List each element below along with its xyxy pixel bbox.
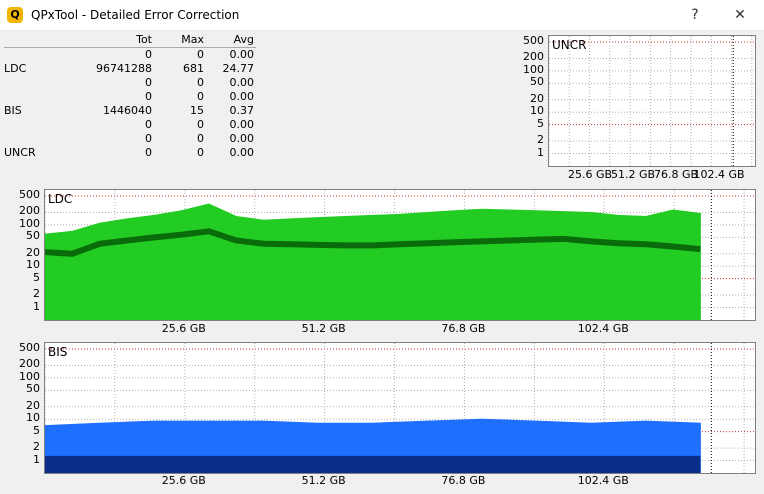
x-tick-label: 51.2 GB — [301, 322, 346, 335]
row-max: 0 — [197, 146, 204, 159]
y-tick-label: 5 — [33, 270, 40, 284]
header-max: Max — [181, 33, 204, 46]
ldc-plot — [45, 190, 755, 320]
stats-row: BIS 1446040 15 0.37 — [4, 104, 256, 118]
y-tick-label: 100 — [523, 62, 544, 76]
x-tick-label: 25.6 GB — [161, 474, 206, 487]
y-tick-label: 20 — [530, 91, 544, 105]
row-avg: 0.37 — [229, 104, 255, 117]
row-max: 0 — [197, 76, 204, 89]
x-tick-label: 102.4 GB — [577, 322, 629, 335]
y-tick-label: 10 — [530, 104, 544, 118]
peak-series — [45, 203, 701, 320]
x-tick-label: 102.4 GB — [693, 168, 745, 181]
y-tick-label: 5 — [33, 423, 40, 437]
row-avg: 0.00 — [229, 76, 255, 89]
y-tick-label: 500 — [523, 34, 544, 48]
header-tot: Tot — [136, 33, 152, 46]
y-tick-label: 2 — [537, 133, 544, 147]
close-button[interactable]: ✕ — [728, 5, 752, 25]
y-tick-label: 1 — [33, 299, 40, 313]
bis-chart: BIS — [44, 342, 756, 474]
y-tick-label: 20 — [26, 245, 40, 259]
row-tot: 0 — [145, 76, 152, 89]
y-tick-label: 5 — [537, 116, 544, 130]
y-tick-label: 10 — [26, 411, 40, 425]
bis-plot — [45, 343, 755, 473]
row-max: 681 — [183, 62, 204, 75]
stats-table: Tot Max Avg 0 0 0.00 LDC 96741288 681 24.77 0… — [4, 33, 256, 160]
x-tick-label: 76.8 GB — [441, 322, 486, 335]
row-tot: 1446040 — [103, 104, 152, 117]
y-tick-label: 500 — [19, 188, 40, 202]
y-tick-label: 50 — [26, 382, 40, 396]
header-avg: Avg — [233, 33, 254, 46]
row-max: 0 — [197, 118, 204, 131]
x-tick-label: 25.6 GB — [161, 322, 206, 335]
row-max: 15 — [190, 104, 204, 117]
row-max: 0 — [197, 90, 204, 103]
row-tot: 0 — [145, 118, 152, 131]
stats-row: UNCR 0 0 0.00 — [4, 146, 256, 160]
ldc-chart-title: LDC — [48, 192, 73, 206]
y-tick-label: 50 — [530, 75, 544, 89]
title-bar: Q QPxTool - Detailed Error Correction ? … — [0, 0, 764, 31]
bis-chart-title: BIS — [48, 345, 68, 359]
help-button[interactable]: ? — [683, 5, 707, 25]
row-max: 0 — [197, 48, 204, 61]
y-tick-label: 1 — [33, 452, 40, 466]
row-label: UNCR — [4, 146, 36, 159]
row-max: 0 — [197, 132, 204, 145]
y-tick-label: 100 — [19, 216, 40, 230]
row-avg: 0.00 — [229, 48, 255, 61]
uncr-chart-title: UNCR — [552, 38, 587, 52]
y-tick-label: 200 — [19, 357, 40, 371]
x-tick-label: 76.8 GB — [441, 474, 486, 487]
stats-header: Tot Max Avg — [4, 33, 256, 48]
y-tick-label: 2 — [33, 287, 40, 301]
row-label: BIS — [4, 104, 22, 117]
stats-row: LDC 96741288 681 24.77 — [4, 62, 256, 76]
ldc-chart: LDC — [44, 189, 756, 321]
row-tot: 0 — [145, 132, 152, 145]
app-icon: Q — [7, 7, 23, 23]
row-avg: 24.77 — [222, 62, 255, 75]
y-tick-label: 50 — [26, 229, 40, 243]
y-tick-label: 2 — [33, 440, 40, 454]
stats-row: 0 0 0.00 — [4, 76, 256, 90]
avg-series — [45, 455, 701, 473]
uncr-chart: UNCR — [548, 35, 756, 167]
row-avg: 0.00 — [229, 132, 255, 145]
window-title: QPxTool - Detailed Error Correction — [31, 8, 240, 22]
y-tick-label: 200 — [523, 50, 544, 64]
row-avg: 0.00 — [229, 90, 255, 103]
row-label: LDC — [4, 62, 27, 75]
uncr-plot — [549, 36, 755, 166]
row-avg: 0.00 — [229, 118, 255, 131]
y-tick-label: 200 — [19, 204, 40, 218]
x-tick-label: 102.4 GB — [577, 474, 629, 487]
row-tot: 0 — [145, 146, 152, 159]
row-tot: 96741288 — [96, 62, 152, 75]
stats-row: 0 0 0.00 — [4, 118, 256, 132]
y-tick-label: 500 — [19, 341, 40, 355]
row-avg: 0.00 — [229, 146, 255, 159]
stats-row: 0 0 0.00 — [4, 132, 256, 146]
stats-row: 0 0 0.00 — [4, 90, 256, 104]
row-tot: 0 — [145, 90, 152, 103]
y-tick-label: 10 — [26, 258, 40, 272]
row-tot: 0 — [145, 48, 152, 61]
y-tick-label: 20 — [26, 398, 40, 412]
y-tick-label: 1 — [537, 145, 544, 159]
stats-row: 0 0 0.00 — [4, 48, 256, 62]
y-tick-label: 100 — [19, 369, 40, 383]
x-tick-label: 51.2 GB — [301, 474, 346, 487]
